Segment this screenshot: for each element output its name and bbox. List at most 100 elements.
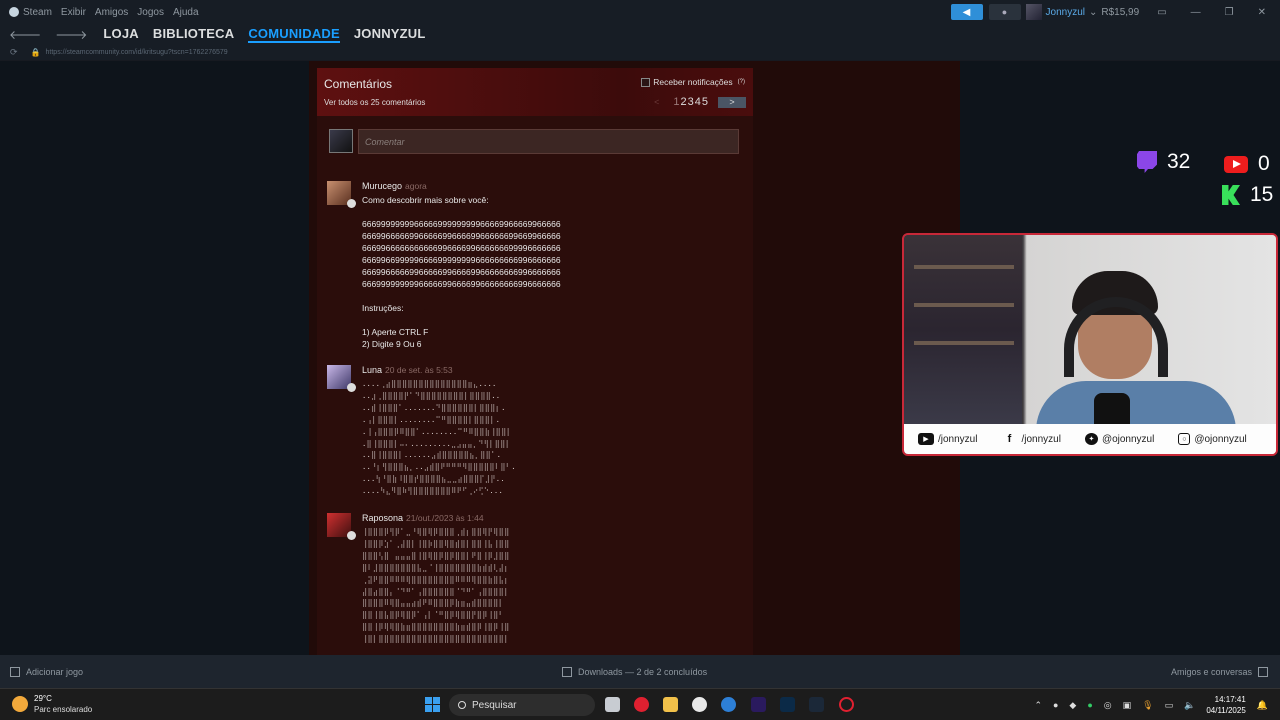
steam-taskbar-icon[interactable] bbox=[809, 697, 824, 712]
help-icon[interactable]: (?) bbox=[738, 79, 745, 85]
comment-author[interactable]: Raposona bbox=[362, 513, 403, 523]
steam-tray-icon[interactable]: ◆ bbox=[1069, 700, 1076, 711]
add-game-label: Adicionar jogo bbox=[26, 667, 84, 677]
checkbox-icon[interactable] bbox=[641, 77, 651, 87]
volume-icon[interactable]: 🔈 bbox=[1184, 700, 1195, 711]
status-badge bbox=[347, 383, 356, 392]
webcam-overlay: ▶/jonnyzul f/jonnyzul ✦ @ojonnyzul ○ @ojon… bbox=[902, 233, 1278, 456]
comments-pager: < 1 2 3 4 5 > bbox=[654, 96, 746, 108]
downloads-status[interactable]: Downloads — 2 de 2 concluídos bbox=[562, 667, 707, 677]
pager-page-3[interactable]: 3 bbox=[688, 96, 694, 108]
forward-arrow-icon[interactable]: 🡒 bbox=[55, 27, 87, 42]
reload-icon[interactable]: ⟳ bbox=[10, 47, 18, 58]
account-menu[interactable]: Jonnyzul ⌄ R$15,99 bbox=[1025, 4, 1139, 20]
avatar[interactable] bbox=[327, 181, 356, 208]
stream-viewer-counters: 32 0 15 bbox=[1134, 148, 1280, 210]
status-badge bbox=[347, 531, 356, 540]
clock-time: 14:17:41 bbox=[1214, 695, 1246, 704]
comment-time: agora bbox=[405, 181, 427, 191]
opera-gx-icon[interactable] bbox=[839, 697, 854, 712]
tray-app-icon[interactable]: ● bbox=[1053, 700, 1058, 710]
comments-title: Comentários bbox=[324, 77, 393, 91]
streamer bbox=[1036, 271, 1236, 454]
twitter-icon: ✦ bbox=[1084, 433, 1098, 445]
weather-desc: Parc ensolarado bbox=[34, 705, 93, 714]
instagram-icon: ○ bbox=[1178, 433, 1191, 445]
pager-page-4[interactable]: 4 bbox=[695, 96, 701, 108]
minimize-icon[interactable]: — bbox=[1191, 7, 1201, 18]
comment-time: 20 de set. às 5:53 bbox=[385, 365, 453, 375]
download-icon bbox=[562, 667, 572, 677]
add-game-button[interactable]: Adicionar jogo bbox=[10, 667, 83, 677]
task-view-icon[interactable] bbox=[605, 697, 620, 712]
file-explorer-icon[interactable] bbox=[663, 697, 678, 712]
big-picture-icon[interactable]: ▭ bbox=[1157, 7, 1166, 18]
comments-section: Comentários Ver todos os 25 comentários … bbox=[317, 68, 753, 655]
url-text[interactable]: https://steamcommunity.com/id/kritsugu?t… bbox=[46, 49, 228, 56]
weather-widget[interactable]: 29°C Parc ensolarado bbox=[12, 693, 92, 715]
menu-ajuda[interactable]: Ajuda bbox=[173, 7, 199, 18]
comment-body: Como descobrir mais sobre você: 66699999… bbox=[362, 195, 561, 349]
comment-author[interactable]: Murucego bbox=[362, 181, 402, 191]
close-icon[interactable]: ✕ bbox=[1258, 7, 1266, 18]
comment-input[interactable]: Comentar bbox=[358, 129, 739, 154]
tray-app-icon[interactable]: ● bbox=[1087, 700, 1092, 710]
tab-loja[interactable]: LOJA bbox=[103, 26, 138, 43]
comment-ascii-art: ⢸⣿⣿⣿⡿⢻⡿⠁⣀⠘⢿⣿⢿⡿⣿⣿⣿⢀⣾⡆⣿⣿⢿⡟⢿⣿⣿ ⢸⣿⣿⡿⣱⠁⢀⣼⣿⡇⢸⣿… bbox=[362, 527, 510, 644]
steam-menu-label: Steam bbox=[23, 6, 52, 18]
pager-prev-button[interactable]: < bbox=[654, 97, 659, 107]
pager-page-5[interactable]: 5 bbox=[702, 96, 708, 108]
friends-chat-button[interactable]: Amigos e conversas bbox=[1171, 667, 1268, 677]
avatar[interactable] bbox=[327, 365, 356, 392]
account-name: Jonnyzul bbox=[1045, 6, 1085, 18]
social-handle: /jonnyzul bbox=[938, 433, 978, 445]
see-all-comments-link[interactable]: Ver todos os 25 comentários bbox=[324, 98, 425, 107]
opera-icon[interactable] bbox=[634, 697, 649, 712]
steam-titlebar: Steam Exibir Amigos Jogos Ajuda ◀ ● Jonn… bbox=[0, 0, 1280, 24]
maximize-icon[interactable]: ❐ bbox=[1225, 7, 1234, 18]
lock-icon: 🔒 bbox=[30, 47, 41, 57]
tray-app-icon[interactable]: ◎ bbox=[1104, 700, 1112, 711]
comment-ascii-art: ....⢀⣴⣿⣿⣿⣿⣿⣿⣿⣿⣿⣿⣿⣿⣿⣿⣶⣄.... ..⣰⢀⣿⣿⣿⣿⡟⠁⠙⣿⣿… bbox=[362, 379, 516, 496]
tab-profile[interactable]: JONNYZUL bbox=[354, 26, 426, 43]
search-label: Pesquisar bbox=[472, 699, 517, 711]
back-arrow-icon[interactable]: 🡐 bbox=[9, 27, 41, 42]
notification-bell-icon[interactable]: 🔔 bbox=[1257, 700, 1268, 711]
avatar[interactable] bbox=[327, 513, 356, 540]
steam-menu: Exibir Amigos Jogos Ajuda bbox=[61, 7, 199, 18]
chevron-down-icon: ⌄ bbox=[1088, 6, 1098, 18]
announcements-button[interactable]: ◀ bbox=[950, 4, 983, 20]
pager-page-1: 1 bbox=[673, 96, 680, 108]
menu-jogos[interactable]: Jogos bbox=[137, 7, 164, 18]
notify-checkbox[interactable]: Receber notificações (?) bbox=[641, 77, 745, 87]
menu-exibir[interactable]: Exibir bbox=[61, 7, 86, 18]
avatar bbox=[1025, 4, 1042, 20]
taskbar-search[interactable]: Pesquisar bbox=[449, 694, 595, 716]
clock[interactable]: 14:17:41 04/11/2025 bbox=[1206, 694, 1245, 716]
pager-page-2[interactable]: 2 bbox=[681, 96, 687, 108]
search-icon bbox=[458, 701, 466, 709]
kick-counter: 15 bbox=[1222, 183, 1273, 207]
social-facebook: f/jonnyzul bbox=[1001, 433, 1061, 445]
network-icon[interactable]: ▭ bbox=[1165, 700, 1174, 711]
notifications-button[interactable]: ● bbox=[988, 4, 1021, 20]
pager-next-button[interactable]: > bbox=[718, 96, 746, 108]
photoshop-icon[interactable] bbox=[780, 697, 795, 712]
status-badge bbox=[347, 199, 356, 208]
steam-logo[interactable]: Steam bbox=[9, 7, 52, 18]
tab-biblioteca[interactable]: BIBLIOTECA bbox=[153, 26, 234, 43]
chrome-icon[interactable] bbox=[692, 697, 707, 712]
friends-label: Amigos e conversas bbox=[1170, 667, 1252, 677]
menu-amigos[interactable]: Amigos bbox=[95, 7, 128, 18]
chevron-up-icon[interactable]: ⌃ bbox=[1034, 700, 1042, 711]
kick-icon bbox=[1222, 185, 1240, 205]
premiere-icon[interactable] bbox=[751, 697, 766, 712]
microphone-icon[interactable]: 🎙 bbox=[1142, 700, 1153, 711]
app-icon[interactable] bbox=[721, 697, 736, 712]
tab-comunidade[interactable]: COMUNIDADE bbox=[248, 26, 340, 43]
plus-icon bbox=[10, 667, 20, 677]
start-button[interactable] bbox=[425, 697, 440, 712]
comment-author[interactable]: Luna bbox=[362, 365, 382, 375]
tray-app-icon[interactable]: ▣ bbox=[1123, 700, 1132, 711]
windows-taskbar: 29°C Parc ensolarado Pesquisar ⌃ ● ◆ ● ◎… bbox=[0, 688, 1280, 720]
